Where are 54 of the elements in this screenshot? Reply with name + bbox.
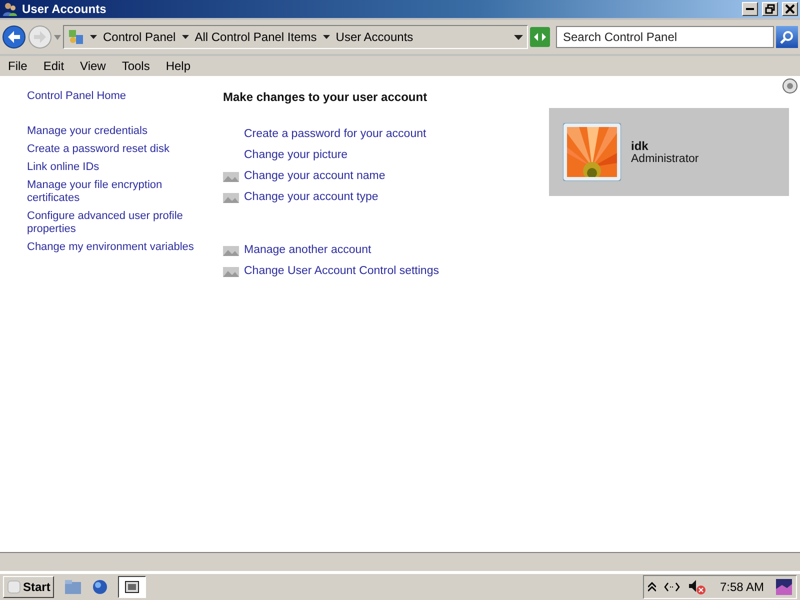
menu-item[interactable]: Edit [37, 59, 70, 73]
restore-icon [765, 4, 775, 14]
chevron-up-icon[interactable] [648, 582, 656, 592]
menu-item[interactable]: View [74, 59, 112, 73]
window-title: User Accounts [22, 2, 106, 16]
address-bar[interactable]: Control Panel All Control Panel Items User Accounts [63, 25, 528, 49]
task-link[interactable]: Create a password for your account [244, 128, 426, 141]
task-link[interactable]: Change your picture [244, 149, 348, 162]
breadcrumb[interactable]: Control Panel [103, 30, 176, 44]
network-icon[interactable] [664, 582, 680, 592]
muted-speaker-icon[interactable] [688, 579, 706, 595]
close-icon [785, 4, 795, 14]
taskbar-window-button[interactable] [118, 576, 146, 598]
sidebar-link[interactable]: Change my environment variables [27, 241, 201, 254]
dropdown-caret-icon[interactable] [514, 34, 523, 40]
caret-icon[interactable] [90, 35, 97, 39]
users-icon [2, 1, 18, 17]
windows-logo-icon [7, 580, 21, 594]
start-button[interactable]: Start [3, 576, 54, 598]
search-field[interactable]: Search Control Panel [556, 26, 774, 48]
caret-icon[interactable] [322, 35, 330, 39]
back-button[interactable] [2, 25, 26, 49]
minimize-icon [746, 8, 754, 10]
control-panel-icon [68, 29, 84, 45]
close-button[interactable] [782, 2, 798, 16]
window-icon [125, 581, 140, 593]
task-link[interactable]: Change your account type [244, 191, 378, 204]
menu-item[interactable]: Help [160, 59, 197, 73]
task-link[interactable]: Change User Account Control settings [244, 265, 439, 278]
sidebar-link[interactable]: Link online IDs [27, 161, 201, 174]
task-link[interactable]: Change your account name [244, 170, 386, 183]
globe-icon[interactable] [92, 579, 108, 595]
minimize-button[interactable] [742, 2, 758, 16]
refresh-icon[interactable] [530, 27, 550, 47]
menu-item[interactable]: Tools [116, 59, 156, 73]
home-link[interactable]: Control Panel Home [27, 90, 201, 103]
account-name: idk [631, 139, 650, 153]
search-button[interactable] [776, 26, 798, 48]
help-icon[interactable] [782, 78, 798, 94]
sidebar-link[interactable]: Create a password reset disk [27, 143, 201, 156]
sidebar-link[interactable]: Manage your credentials [27, 125, 201, 138]
section-heading: Make changes to your user account [223, 90, 428, 104]
sidebar-link[interactable]: Configure advanced user profile properties [27, 210, 201, 236]
breadcrumb[interactable]: All Control Panel Items [194, 30, 317, 44]
sidebar-link[interactable]: Manage your file encryption certificates [27, 179, 201, 205]
caret-icon[interactable] [182, 35, 189, 39]
account-type: Administrator [631, 153, 699, 165]
search-icon [780, 30, 794, 44]
clock[interactable]: 7:58 AM [720, 580, 764, 594]
breadcrumb[interactable]: User Accounts [336, 30, 414, 44]
desktop-icon[interactable] [776, 579, 792, 595]
restore-button[interactable] [762, 2, 778, 16]
task-link[interactable]: Manage another account [244, 244, 372, 257]
menu-item[interactable]: File [2, 59, 34, 73]
